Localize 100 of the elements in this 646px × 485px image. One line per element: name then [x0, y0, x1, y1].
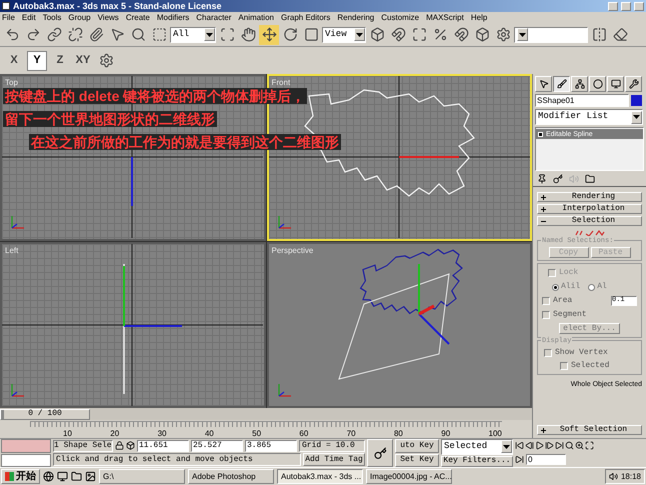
checkbox[interactable]	[542, 311, 550, 319]
image-icon[interactable]	[85, 471, 96, 482]
checkbox-label: Lock	[559, 267, 578, 279]
minus-icon	[541, 218, 546, 224]
axis-button[interactable]: X	[4, 50, 24, 70]
axis-button[interactable]: Z	[50, 50, 70, 70]
key-mode-dropdown[interactable]: Selected	[441, 439, 513, 454]
pointer-icon	[538, 79, 548, 89]
rollout-header[interactable]: Rendering	[537, 192, 642, 202]
key-icon[interactable]	[367, 439, 393, 467]
macro-recorder-field[interactable]	[1, 439, 51, 452]
menu-item[interactable]: Views	[98, 14, 119, 22]
object-name-field[interactable]: SShape01	[535, 94, 629, 107]
ruler-label: 20	[110, 430, 120, 438]
menu-item[interactable]: Rendering	[337, 14, 374, 22]
checkbox-label: Selected	[571, 360, 610, 372]
key-filters-button[interactable]: Key Filters...	[441, 456, 513, 467]
menu-item[interactable]: File	[2, 14, 15, 22]
time-slider[interactable]: 0 / 100	[0, 408, 90, 420]
taskbar-button[interactable]: Image00004.jpg - AC...	[366, 469, 452, 484]
folder-icon[interactable]	[71, 471, 82, 482]
menu-item[interactable]: MAXScript	[426, 14, 464, 22]
play-icon[interactable]	[535, 441, 544, 450]
menu-item[interactable]: Character	[196, 14, 232, 22]
panel-tab[interactable]	[553, 76, 570, 92]
zoom-extents-icon[interactable]	[585, 441, 594, 450]
plus-icon	[541, 428, 546, 432]
lock-icon[interactable]	[115, 441, 124, 450]
previous-frame-icon[interactable]	[525, 441, 534, 450]
radio-button[interactable]	[552, 284, 559, 290]
caret-icon	[631, 110, 642, 124]
browser-icon[interactable]	[43, 471, 54, 482]
restore-button[interactable]	[621, 2, 631, 10]
coordinate-field[interactable]: 25.527	[191, 440, 243, 452]
move-gizmo[interactable]	[418, 264, 450, 344]
go-to-end-icon[interactable]	[555, 441, 564, 450]
checkbox[interactable]	[542, 297, 550, 305]
frame-field[interactable]: 0	[526, 454, 566, 465]
minimize-button[interactable]	[608, 2, 618, 10]
set-key-button[interactable]: Set Key	[395, 454, 439, 467]
coordinate-field[interactable]: 11.651	[137, 440, 189, 452]
checkbox[interactable]	[544, 349, 552, 357]
close-button[interactable]	[634, 2, 644, 10]
radio-label: Al	[597, 281, 607, 293]
time-slider-thumb[interactable]	[1, 410, 4, 418]
selection-count: 1 Shape Sele	[53, 440, 113, 452]
rollout-header[interactable]: Selection	[537, 216, 642, 226]
caret-icon	[501, 440, 512, 454]
menu-item[interactable]: Tools	[42, 14, 62, 22]
stack-expand-icon	[538, 132, 543, 136]
move-icon[interactable]	[259, 24, 279, 44]
ruler-label: 30	[158, 430, 166, 438]
start-button[interactable]: 开始	[1, 469, 40, 484]
ruler-label: 70	[346, 430, 356, 438]
go-to-start-icon[interactable]	[515, 441, 524, 450]
menu-item[interactable]: Edit	[22, 14, 36, 22]
checkbox-label: Area	[553, 295, 572, 307]
menu-item[interactable]: Help	[470, 14, 488, 22]
taskbar-button[interactable]: G:\	[99, 469, 185, 484]
named-selection-dropdown[interactable]	[514, 26, 588, 42]
plus-icon	[541, 194, 546, 200]
checkbox-label: Show Vertex	[555, 347, 608, 359]
script-listener-field[interactable]	[1, 454, 51, 467]
taskbar-button[interactable]: Adobe Photoshop	[188, 469, 274, 484]
menu-item[interactable]: Modifiers	[156, 14, 190, 22]
radio-button[interactable]	[588, 284, 596, 290]
ruler-label: 40	[204, 430, 214, 438]
menu-item[interactable]: Animation	[238, 14, 274, 22]
selection-filter-dropdown[interactable]: All	[170, 26, 216, 42]
caret-icon	[517, 28, 528, 41]
next-frame-icon[interactable]	[545, 441, 554, 450]
axis-button[interactable]: Y	[27, 50, 47, 70]
speaker-icon[interactable]	[608, 472, 618, 481]
brush-icon	[556, 79, 566, 89]
desktop-icon[interactable]	[57, 471, 68, 482]
axis-button[interactable]: XY	[73, 50, 93, 70]
rollout-header[interactable]: Interpolation	[537, 204, 642, 214]
taskbar-button[interactable]: Autobak3.max - 3ds ...	[277, 469, 363, 484]
ruler-label: 80	[394, 430, 403, 438]
pin-icon[interactable]	[537, 174, 547, 184]
rollout-header[interactable]: Soft Selection	[537, 425, 642, 435]
axis-tripod-icon	[11, 384, 24, 396]
color-swatch[interactable]	[631, 95, 642, 106]
radio-label: Alil	[561, 281, 580, 293]
zoom-icon[interactable]	[565, 441, 574, 450]
coordinate-dropdown[interactable]: View	[322, 26, 366, 42]
auto-key-button[interactable]: uto Key	[395, 439, 439, 452]
coordinate-field[interactable]: 3.865	[245, 440, 297, 452]
menu-item[interactable]: Graph Editors	[280, 14, 330, 22]
app-icon	[2, 2, 10, 10]
modifier-list-dropdown[interactable]: Modifier List	[535, 109, 643, 125]
add-time-tag-button[interactable]: Add Time Tag	[303, 453, 365, 466]
annotation-text: 留下一个世界地图形状的二维线形	[3, 111, 217, 127]
menu-item[interactable]: Create	[126, 14, 150, 22]
axis-tripod-icon	[11, 216, 24, 229]
menu-item[interactable]: Customize	[381, 14, 420, 22]
annotation-text: 在这之前所做的工作为的就是要得到这个二维图形	[29, 134, 341, 150]
checkbox[interactable]	[560, 362, 568, 370]
zoom-all-icon[interactable]	[575, 441, 584, 450]
menu-item[interactable]: Group	[68, 14, 91, 22]
